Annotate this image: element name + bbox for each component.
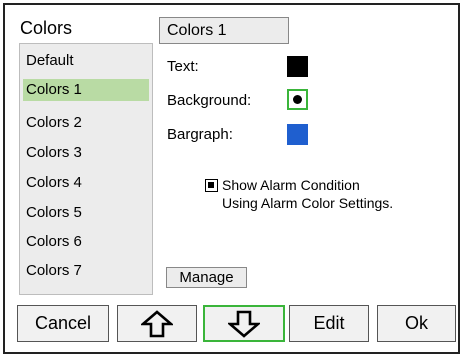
scheme-item-colors-3[interactable]: Colors 3 [23,142,149,164]
ok-button[interactable]: Ok [377,305,456,342]
panel-title: Colors [20,18,73,38]
move-up-button[interactable] [117,305,197,342]
scheme-item-colors-4[interactable]: Colors 4 [23,172,149,194]
bargraph-color-label: Bargraph: [167,126,233,143]
background-color-label: Background: [167,92,252,109]
cancel-button[interactable]: Cancel [17,305,109,342]
scheme-item-colors-7[interactable]: Colors 7 [23,260,149,282]
down-arrow-icon [228,310,260,338]
text-color-label: Text: [167,58,199,75]
alarm-label-line1: Show Alarm Condition [222,177,360,193]
checkbox-check-icon [208,182,214,188]
show-alarm-checkbox[interactable] [205,179,218,192]
manage-button[interactable]: Manage [166,267,247,288]
scheme-item-colors-5[interactable]: Colors 5 [23,202,149,224]
selected-dot-icon [293,95,302,104]
bargraph-color-swatch[interactable] [287,124,308,145]
scheme-item-colors-1[interactable]: Colors 1 [23,79,149,101]
up-arrow-icon [141,309,173,337]
color-scheme-list[interactable]: Default Colors 1 Colors 2 Colors 3 Color… [19,43,153,295]
edit-button[interactable]: Edit [289,305,369,342]
scheme-item-colors-6[interactable]: Colors 6 [23,231,149,253]
scheme-name-field[interactable]: Colors 1 [159,17,289,44]
alarm-label-line2: Using Alarm Color Settings. [222,195,394,211]
scheme-item-colors-2[interactable]: Colors 2 [23,112,149,134]
text-color-swatch[interactable] [287,56,308,77]
scheme-item-default[interactable]: Default [23,50,149,72]
move-down-button[interactable] [203,305,285,342]
background-color-swatch[interactable] [287,89,308,110]
